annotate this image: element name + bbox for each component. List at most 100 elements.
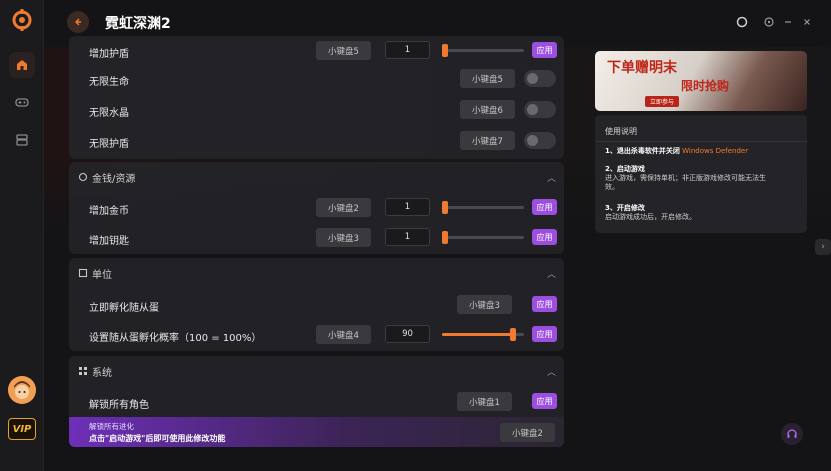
nav-home[interactable]	[9, 52, 35, 78]
coin-icon	[78, 172, 88, 182]
toggle-switch[interactable]	[524, 132, 556, 149]
section-header[interactable]: 金钱/资源 ︿	[69, 162, 564, 192]
app-logo-icon[interactable]	[11, 9, 33, 31]
support-button[interactable]	[781, 423, 803, 445]
chevron-up-icon[interactable]: ︿	[547, 171, 556, 184]
toggle-knob	[527, 73, 538, 84]
apply-button[interactable]: 应用	[532, 393, 557, 409]
hotkey-button[interactable]: 小键盘1	[457, 392, 512, 411]
usage-guide-card: 使用说明 1、退出杀毒软件并关闭 Windows Defender 2、启动游戏…	[595, 115, 807, 233]
banner-title: 下单赠明末	[607, 60, 677, 76]
toggle-knob	[527, 104, 538, 115]
row-label: 增加金币	[89, 206, 129, 217]
locked-feature-hint: 点击"启动游戏"后即可使用此修改功能	[89, 434, 226, 443]
hotkey-button[interactable]: 小键盘5	[460, 69, 515, 88]
back-button[interactable]	[67, 11, 89, 33]
section-header[interactable]: 单位 ︿	[69, 258, 564, 288]
row-add-gold: 增加金币 小键盘2 1 应用	[69, 192, 564, 224]
value-input[interactable]: 1	[385, 228, 430, 246]
guide-step-3-title: 3、开启修改	[605, 204, 645, 212]
section-title: 单位	[92, 269, 112, 281]
slider-thumb[interactable]	[442, 231, 448, 244]
close-icon	[804, 19, 810, 25]
row-label: 立即孵化随从蛋	[89, 303, 159, 314]
section-title: 系统	[92, 367, 112, 379]
expand-panel-button[interactable]: ›	[815, 239, 831, 255]
guide-step-1: 1、退出杀毒软件并关闭 Windows Defender	[605, 147, 748, 156]
toggle-switch[interactable]	[524, 101, 556, 118]
locked-feature-row[interactable]: 解锁所有进化 点击"启动游戏"后即可使用此修改功能 小键盘2	[69, 417, 564, 447]
value-slider[interactable]	[442, 44, 524, 57]
guide-title: 使用说明	[605, 127, 637, 136]
chevron-up-icon[interactable]: ︿	[547, 365, 556, 378]
record-button[interactable]	[734, 14, 750, 30]
grid-icon	[79, 367, 87, 375]
settings-button[interactable]	[761, 14, 777, 30]
row-label: 解锁所有角色	[89, 400, 149, 411]
value-input[interactable]: 1	[385, 41, 430, 59]
nav-games[interactable]	[9, 89, 35, 115]
value-input[interactable]: 1	[385, 198, 430, 216]
apply-button[interactable]: 应用	[532, 326, 557, 342]
hotkey-button[interactable]: 小键盘6	[460, 100, 515, 119]
guide-step-3-body: 启动游戏成功后，开启修改。	[605, 213, 696, 221]
row-infinite-shield: 无限护盾 小键盘7	[69, 125, 564, 157]
guide-step-2-title: 2、启动游戏	[605, 165, 645, 173]
minimize-button[interactable]	[780, 14, 796, 30]
close-button[interactable]	[799, 14, 815, 30]
value-slider[interactable]	[442, 231, 524, 244]
page-title: 霓虹深渊2	[105, 16, 171, 32]
sidebar: VIP	[0, 0, 44, 471]
row-infinite-health: 无限生命 小键盘5	[69, 63, 564, 95]
headset-icon	[787, 429, 797, 438]
hotkey-button[interactable]: 小键盘4	[316, 325, 371, 344]
row-add-key: 增加钥匙 小键盘3 1 应用	[69, 222, 564, 254]
section-title: 金钱/资源	[92, 173, 136, 185]
banner-subtitle: 限时抢购	[681, 79, 730, 93]
user-avatar[interactable]	[8, 376, 36, 404]
section-gold: 金钱/资源 ︿ 增加金币 小键盘2 1 应用 增加钥匙 小键盘3 1 应用	[69, 162, 564, 254]
hotkey-button[interactable]: 小键盘7	[460, 131, 515, 150]
nav-storage[interactable]	[9, 127, 35, 153]
hotkey-button[interactable]: 小键盘3	[457, 295, 512, 314]
slider-thumb[interactable]	[510, 328, 517, 341]
chevron-right-icon: ›	[821, 242, 825, 252]
apply-button[interactable]: 应用	[532, 42, 557, 58]
row-hatch-egg: 立即孵化随从蛋 小键盘3 应用	[69, 289, 564, 321]
row-label: 设置随从蛋孵化概率（100 = 100%）	[89, 333, 262, 344]
hotkey-button[interactable]: 小键盘2	[316, 198, 371, 217]
banner-cta[interactable]: 立即参与	[645, 96, 680, 107]
toggle-switch[interactable]	[524, 70, 556, 87]
locked-feature-label: 解锁所有进化	[89, 422, 134, 431]
slider-thumb[interactable]	[442, 201, 448, 214]
apply-button[interactable]: 应用	[532, 229, 557, 245]
row-infinite-crystal: 无限水晶 小键盘6	[69, 94, 564, 126]
gamepad-icon	[15, 98, 29, 107]
row-unlock-characters: 解锁所有角色 小键盘1 应用	[69, 386, 564, 418]
box-icon	[16, 134, 28, 146]
value-slider[interactable]	[442, 328, 524, 341]
vip-badge[interactable]: VIP	[8, 418, 36, 440]
slider-thumb[interactable]	[442, 44, 448, 57]
unit-icon	[78, 268, 88, 278]
refresh-icon	[764, 17, 774, 27]
chevron-up-icon[interactable]: ︿	[547, 267, 556, 280]
value-slider[interactable]	[442, 201, 524, 214]
home-icon	[17, 60, 27, 70]
section-combat: 增加护盾 小键盘5 1 应用 无限生命 小键盘5 无限水晶 小键盘6 无限护盾 …	[69, 36, 564, 159]
value-input[interactable]: 90	[385, 325, 430, 343]
apply-button[interactable]: 应用	[532, 199, 557, 215]
slider-fill	[442, 333, 516, 336]
guide-step-1-title: 1、退出杀毒软件并关闭	[605, 147, 680, 155]
apply-button[interactable]: 应用	[532, 296, 557, 312]
hotkey-button[interactable]: 小键盘5	[316, 41, 371, 60]
promo-banner[interactable]: 下单赠明末 限时抢购 立即参与	[595, 51, 807, 111]
hotkey-button[interactable]: 小键盘3	[316, 228, 371, 247]
row-label: 无限护盾	[89, 139, 129, 150]
minimize-icon	[785, 21, 791, 23]
section-header[interactable]: 系统 ︿	[69, 356, 564, 386]
guide-step-1-highlight: Windows Defender	[682, 147, 749, 155]
row-label: 增加护盾	[89, 49, 129, 60]
section-units: 单位 ︿ 立即孵化随从蛋 小键盘3 应用 设置随从蛋孵化概率（100 = 100…	[69, 258, 564, 351]
hotkey-button[interactable]: 小键盘2	[500, 423, 555, 442]
